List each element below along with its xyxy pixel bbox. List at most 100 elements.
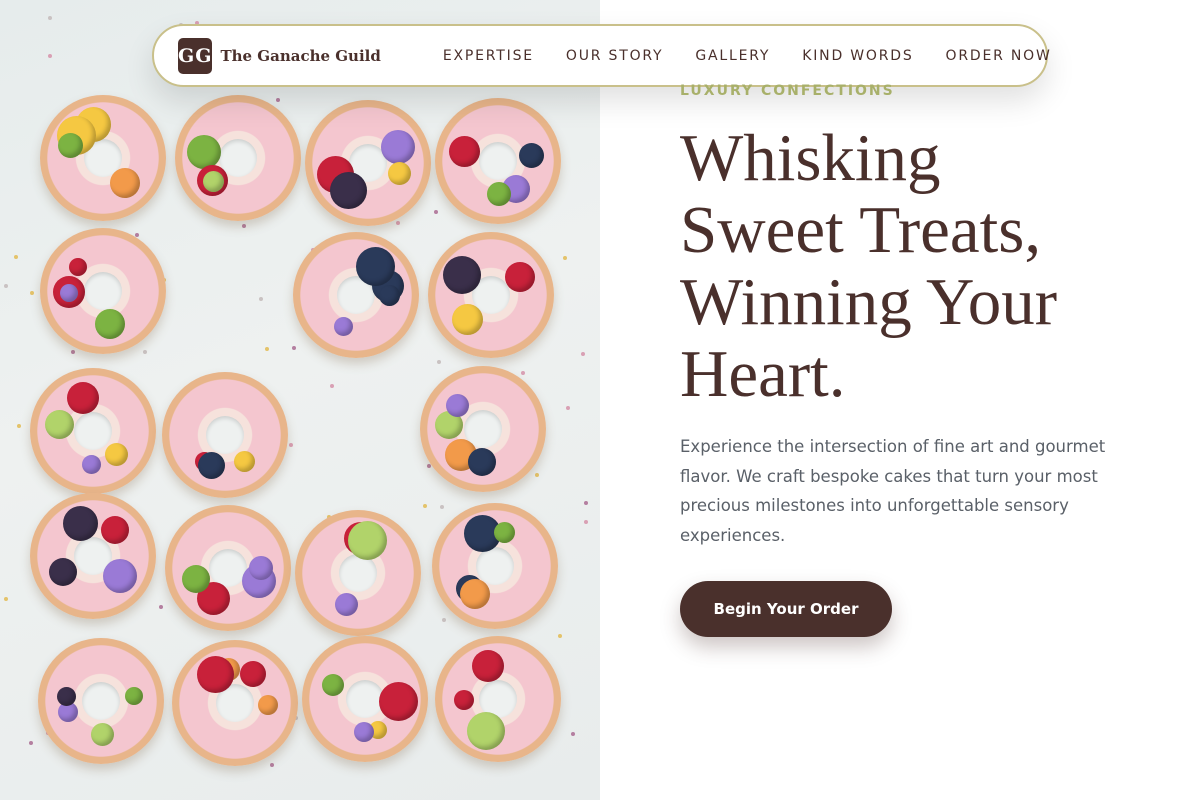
fruit-topping [452,304,483,335]
sprinkle-speck [563,256,567,260]
fruit-topping [82,455,101,474]
fruit-topping [258,695,278,715]
hero-image [0,0,600,800]
fruit-topping [95,309,125,339]
nav-link-expertise[interactable]: EXPERTISE [443,48,534,64]
fruit-topping [58,133,83,158]
nav-link-our-story[interactable]: OUR STORY [566,48,664,64]
fruit-topping [198,452,225,479]
fruit-topping [460,579,490,609]
fruit-topping [45,410,74,439]
fruit-topping [356,247,395,286]
sprinkle-speck [4,597,8,601]
donut-cookie [175,95,301,221]
sprinkle-speck [71,350,75,354]
fruit-topping [69,258,87,276]
sprinkle-speck [289,443,293,447]
sprinkle-speck [14,255,18,259]
fruit-topping [388,162,411,185]
fruit-topping [446,394,469,417]
hero-headline: Whisking Sweet Treats, Winning Your Hear… [680,122,1160,410]
fruit-topping [379,682,418,721]
sprinkle-speck [521,371,525,375]
headline-line: Heart. [680,337,846,411]
donut-cookie [162,372,288,498]
donut-cookie [38,638,164,764]
fruit-topping [249,556,273,580]
donut-hole [84,272,122,310]
sprinkle-speck [423,504,427,508]
donut-cookie [295,510,421,636]
fruit-topping [67,382,99,414]
headline-line: Winning Your [680,265,1058,339]
begin-order-button[interactable]: Begin Your Order [680,581,892,637]
sprinkle-speck [571,732,575,736]
sprinkle-speck [143,350,147,354]
hero-eyebrow: LUXURY CONFECTIONS [680,83,895,99]
fruit-topping [110,168,140,198]
sprinkle-speck [17,424,21,428]
donut-cookie [40,95,166,221]
sprinkle-speck [159,605,163,609]
sprinkle-speck [48,16,52,20]
donut-cookie [435,98,561,224]
fruit-topping [468,448,496,476]
fruit-topping [330,172,367,209]
sprinkle-speck [265,347,269,351]
fruit-topping [105,443,128,466]
sprinkle-speck [566,406,570,410]
nav-link-gallery[interactable]: GALLERY [695,48,770,64]
sprinkle-speck [29,741,33,745]
fruit-topping [494,522,515,543]
fruit-topping [187,135,221,169]
donut-cookie [302,636,428,762]
donut-cookie [428,232,554,358]
fruit-topping [519,143,544,168]
fruit-topping [334,317,353,336]
fruit-topping [203,171,224,192]
donut-cookie [30,368,156,494]
brand-name[interactable]: The Ganache Guild [220,47,380,65]
fruit-topping [182,565,210,593]
donut-cookie [420,366,546,492]
sprinkle-speck [437,360,441,364]
donut-hole [206,416,244,454]
donut-hole [479,142,517,180]
sprinkle-speck [440,505,444,509]
logo-badge[interactable]: GG [178,37,213,74]
fruit-topping [91,723,114,746]
headline-line: Sweet Treats, [680,193,1042,267]
donut-hole [74,412,112,450]
fruit-topping [472,650,504,682]
sprinkle-speck [434,210,438,214]
top-navigation: GG The Ganache Guild EXPERTISE OUR STORY… [152,24,1050,87]
donut-hole [476,547,514,585]
sprinkle-speck [292,346,296,350]
sprinkle-speck [396,221,400,225]
donut-cookie [305,100,431,226]
sprinkle-speck [30,291,34,295]
fruit-topping [322,674,344,696]
sprinkle-speck [581,352,585,356]
fruit-topping [125,687,143,705]
nav-link-order-now[interactable]: ORDER NOW [946,48,1052,64]
nav-link-kind-words[interactable]: KIND WORDS [802,48,913,64]
sprinkle-speck [242,224,246,228]
fruit-topping [449,136,480,167]
sprinkle-speck [535,473,539,477]
sprinkle-speck [330,384,334,388]
donut-hole [82,682,120,720]
sprinkle-speck [584,520,588,524]
donut-cookie [293,232,419,358]
sprinkle-speck [442,618,446,622]
donut-cookie [30,493,156,619]
donut-hole [339,554,377,592]
fruit-topping [443,256,481,294]
fruit-topping [234,451,255,472]
fruit-topping [354,722,374,742]
sprinkle-speck [4,284,8,288]
sprinkle-speck [584,501,588,505]
hero-description: Experience the intersection of fine art … [680,437,1106,545]
fruit-topping [454,690,474,710]
fruit-topping [487,182,511,206]
